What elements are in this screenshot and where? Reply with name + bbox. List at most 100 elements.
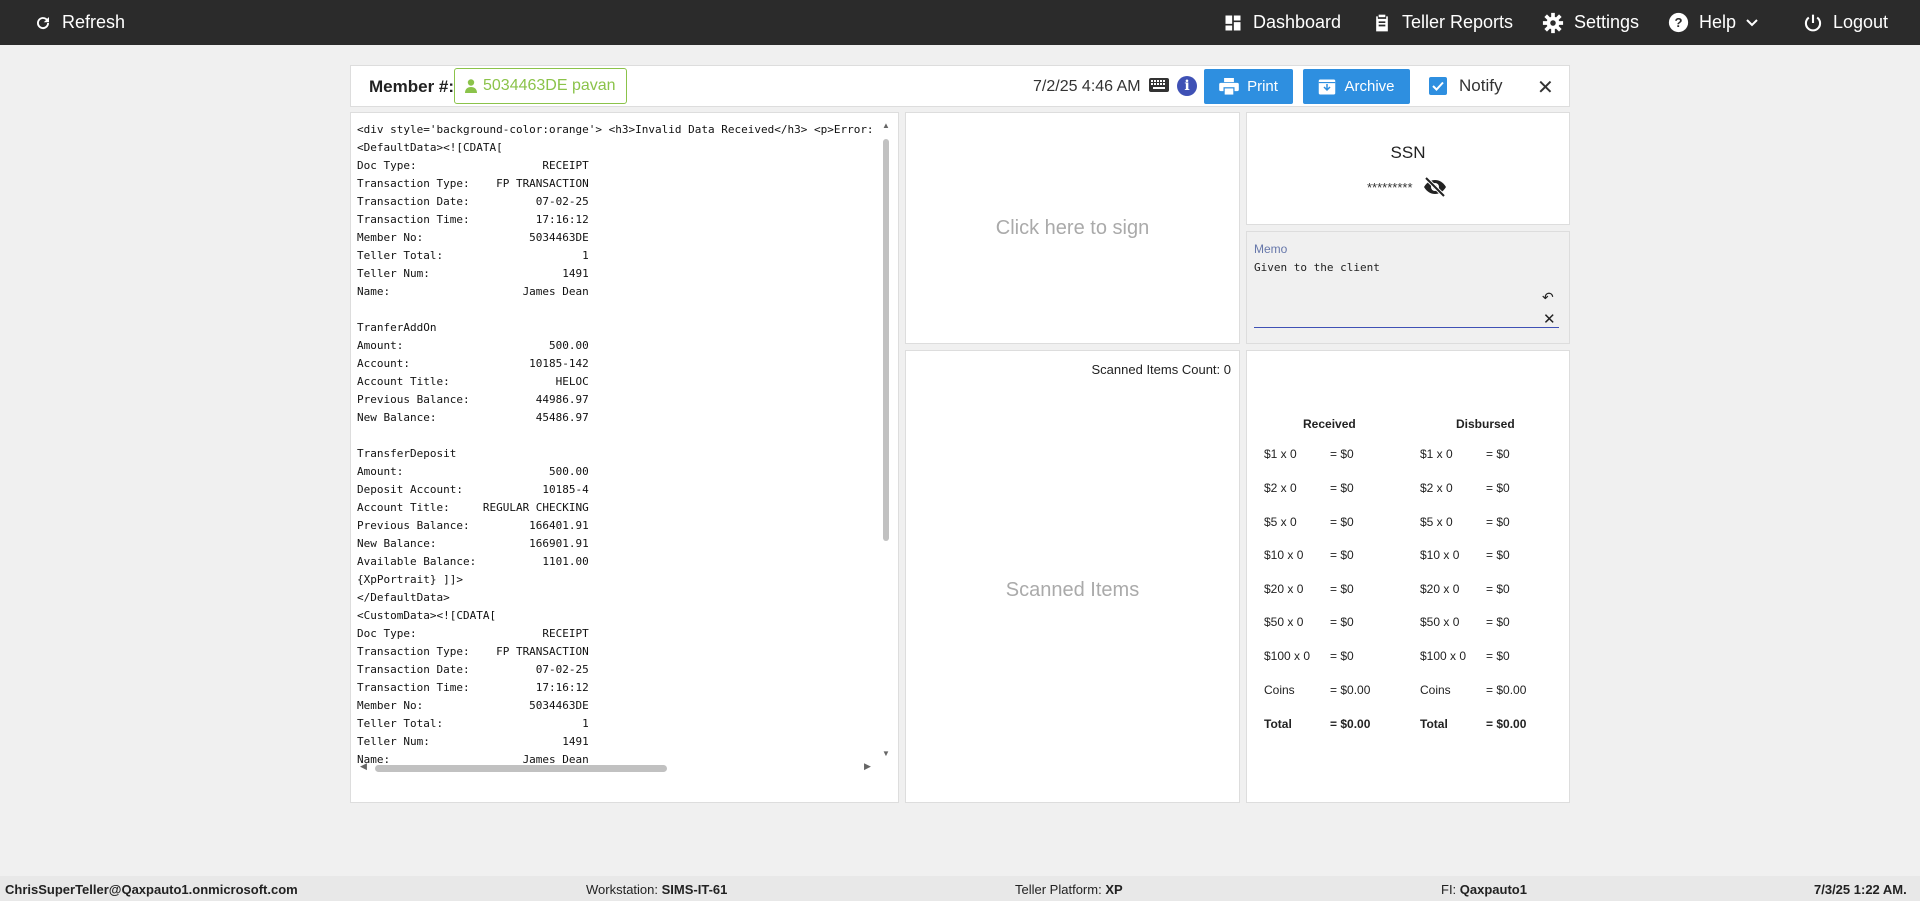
printer-icon [1219, 77, 1239, 96]
disbursed-row-value: = $0 [1486, 548, 1510, 562]
receipt-text[interactable]: <div style='background-color:orange'> <h… [357, 121, 879, 773]
scroll-left-icon[interactable]: ◀ [360, 761, 367, 772]
received-row-value: = $0 [1330, 548, 1354, 562]
receipt-panel: <div style='background-color:orange'> <h… [350, 112, 899, 803]
settings-button[interactable]: Settings [1542, 0, 1639, 45]
user-icon [465, 79, 477, 93]
fi-value: Qaxpauto1 [1459, 882, 1527, 897]
workstation-value: SIMS-IT-61 [661, 882, 728, 897]
eye-slash-icon[interactable] [1423, 177, 1447, 197]
platform-value: XP [1105, 882, 1123, 897]
footer-user: ChrisSuperTeller@Qaxpauto1.onmicrosoft.c… [5, 882, 298, 897]
archive-button[interactable]: Archive [1303, 69, 1410, 104]
info-icon[interactable]: i [1177, 76, 1197, 96]
chevron-down-icon [1746, 18, 1758, 26]
disbursed-row-value: = $0 [1486, 582, 1510, 596]
disbursed-header: Disbursed [1456, 417, 1515, 431]
receipt-line: Name: James Dean [357, 285, 589, 298]
received-row-value: = $0.00 [1330, 683, 1371, 697]
clear-icon[interactable]: ✕ [1543, 310, 1556, 328]
received-row-label: $2 x 0 [1264, 481, 1297, 495]
receipt-line: </DefaultData> [357, 591, 450, 604]
archive-label: Archive [1344, 78, 1395, 95]
disbursed-row-label: $5 x 0 [1420, 515, 1453, 529]
memo-input[interactable] [1254, 258, 1559, 328]
received-row-value: = $0 [1330, 615, 1354, 629]
vertical-scrollbar[interactable]: ▲ ▼ [880, 121, 892, 773]
scanned-items-count: Scanned Items Count: 0 [1091, 362, 1231, 377]
receipt-line: <DefaultData><![CDATA[ [357, 141, 503, 154]
receipt-line: Transaction Date: 07-02-25 [357, 195, 589, 208]
check-icon [1432, 81, 1444, 91]
gear-icon [1542, 12, 1564, 33]
receipt-line: Account Title: REGULAR CHECKING [357, 501, 589, 514]
close-icon[interactable]: ✕ [1537, 75, 1554, 100]
received-row-label: $1 x 0 [1264, 447, 1297, 461]
receipt-line: Member No: 5034463DE [357, 699, 589, 712]
receipt-line: Amount: 500.00 [357, 465, 589, 478]
scroll-right-icon[interactable]: ▶ [864, 761, 871, 772]
signature-prompt: Click here to sign [995, 217, 1150, 239]
receipt-line: Amount: 500.00 [357, 339, 589, 352]
logout-button[interactable]: Logout [1803, 0, 1888, 45]
help-menu-button[interactable]: ? Help [1668, 0, 1758, 45]
received-row-label: $5 x 0 [1264, 515, 1297, 529]
receipt-line: Transaction Time: 17:16:12 [357, 681, 589, 694]
receipt-line: Account Title: HELOC [357, 375, 589, 388]
disbursed-row-label: $1 x 0 [1420, 447, 1453, 461]
keyboard-icon[interactable] [1149, 78, 1169, 92]
receipt-line: Previous Balance: 44986.97 [357, 393, 589, 406]
vertical-scroll-thumb[interactable] [883, 139, 889, 541]
notify-checkbox[interactable] [1429, 77, 1447, 95]
receipt-line: Member No: 5034463DE [357, 231, 589, 244]
refresh-button[interactable]: Refresh [34, 0, 125, 45]
ssn-masked-value: ********* [1367, 179, 1413, 195]
ssn-title: SSN [1390, 143, 1426, 162]
received-row-label: $50 x 0 [1264, 615, 1304, 629]
refresh-icon [37, 16, 50, 29]
received-row-label: $100 x 0 [1264, 649, 1311, 663]
signature-pad[interactable]: Click here to sign [905, 112, 1240, 344]
memo-label: Memo [1254, 242, 1288, 256]
ssn-panel: SSN ********* [1246, 112, 1570, 225]
refresh-label: Refresh [62, 12, 126, 32]
scroll-up-icon[interactable]: ▲ [882, 121, 890, 130]
svg-text:?: ? [1674, 15, 1682, 30]
received-row-label: Total [1264, 717, 1292, 731]
disbursed-row-value: = $0 [1486, 615, 1510, 629]
power-icon [1804, 14, 1822, 31]
received-row-value: = $0 [1330, 582, 1354, 596]
workstation-label: Workstation: [586, 882, 659, 897]
receipt-line: Doc Type: RECEIPT [357, 627, 589, 640]
archive-icon [1319, 79, 1336, 94]
receipt-line: Transaction Time: 17:16:12 [357, 213, 589, 226]
receipt-line: New Balance: 45486.97 [357, 411, 589, 424]
undo-icon[interactable]: ↶ [1542, 289, 1554, 306]
footer-platform: Teller Platform: XP [1015, 882, 1123, 897]
print-button[interactable]: Print [1204, 69, 1293, 104]
help-icon: ? [1668, 12, 1689, 33]
teller-reports-label: Teller Reports [1402, 12, 1514, 32]
receipt-line: Available Balance: 1101.00 [357, 555, 589, 568]
receipt-line: Transaction Type: FP TRANSACTION [357, 645, 589, 658]
receipt-line [357, 301, 879, 319]
teller-reports-button[interactable]: Teller Reports [1372, 0, 1513, 45]
horizontal-scrollbar[interactable]: ◀ ▶ [357, 761, 879, 774]
memo-panel: Memo ↶ ✕ [1246, 231, 1570, 344]
receipt-line: TranferAddOn [357, 321, 437, 334]
scroll-down-icon[interactable]: ▼ [882, 749, 890, 758]
received-row-label: Coins [1264, 683, 1295, 697]
receipt-line: Account: 10185-142 [357, 357, 589, 370]
received-row-value: = $0 [1330, 649, 1354, 663]
horizontal-scroll-thumb[interactable] [375, 765, 667, 772]
received-row-value: = $0.00 [1330, 717, 1371, 731]
footer-datetime: 7/3/25 1:22 AM. [1814, 882, 1907, 897]
receipt-line: Teller Num: 1491 [357, 267, 589, 280]
receipt-line: Transaction Date: 07-02-25 [357, 663, 589, 676]
notify-toggle[interactable]: Notify [1429, 76, 1502, 96]
receipt-line: Teller Num: 1491 [357, 735, 589, 748]
member-chip[interactable]: 5034463DE pavan [454, 68, 627, 104]
dashboard-button[interactable]: Dashboard [1223, 0, 1341, 45]
platform-label: Teller Platform: [1015, 882, 1102, 897]
disbursed-row-label: $10 x 0 [1420, 548, 1460, 562]
